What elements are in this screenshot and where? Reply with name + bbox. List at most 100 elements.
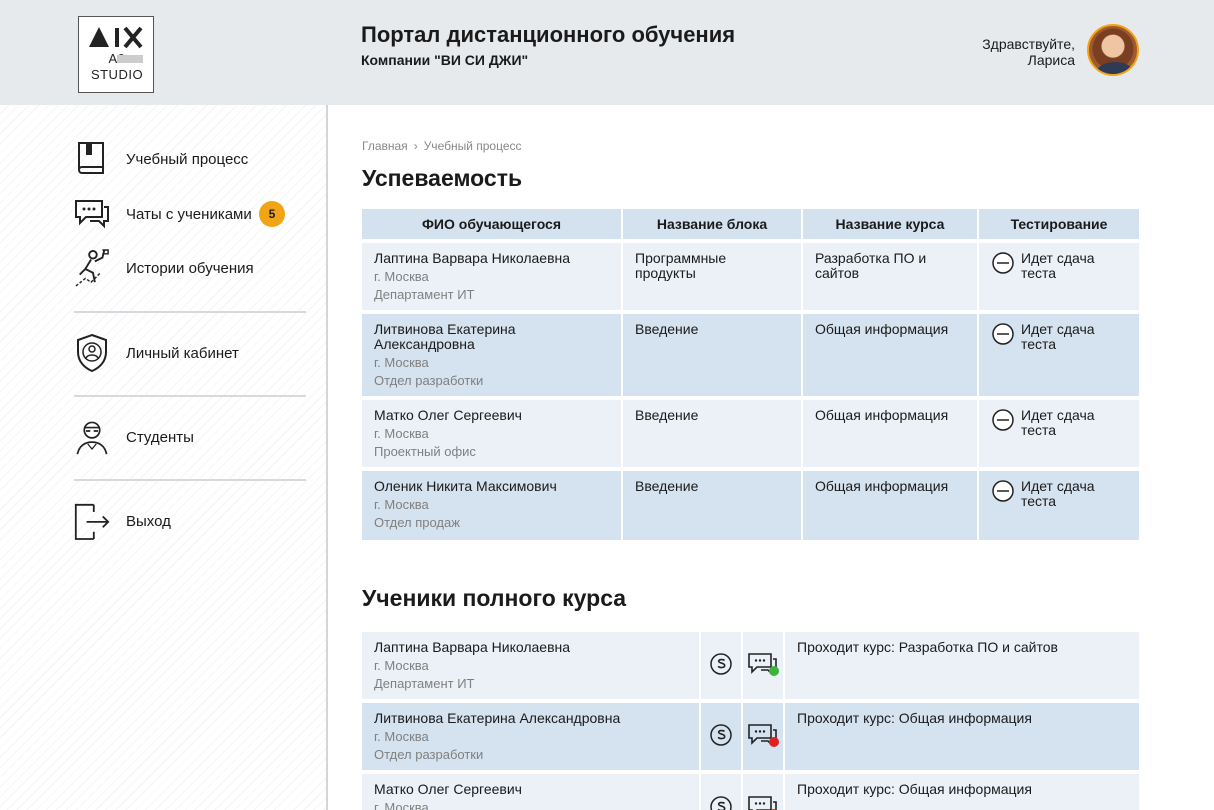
student-cell: Лаптина Варвара Николаевна г. Москва Деп…: [362, 239, 623, 312]
offline-status-dot: [769, 737, 779, 747]
avatar-shirt: [1097, 62, 1133, 74]
student-dept: Отдел продаж: [374, 515, 460, 530]
student-city: г. Москва: [374, 497, 429, 512]
skype-button[interactable]: [700, 628, 743, 701]
chat-button[interactable]: [742, 628, 785, 701]
skype-icon: [710, 724, 732, 746]
table-row[interactable]: Литвинова Екатерина Александровна г. Мос…: [362, 310, 1139, 398]
sidebar-item-label: Студенты: [126, 428, 194, 446]
student-city: г. Москва: [374, 269, 429, 284]
logo-line-2: STUDIO: [90, 67, 144, 82]
skype-button[interactable]: [700, 699, 743, 772]
sidebar-item-label: Личный кабинет: [126, 344, 239, 362]
student-name[interactable]: Лаптина Варвара Николаевна: [374, 640, 687, 655]
student-city: г. Москва: [374, 426, 429, 441]
student-dept: Отдел разработки: [374, 747, 484, 762]
test-in-progress-icon: [992, 252, 1014, 274]
test-cell: Идет сдача теста: [978, 467, 1139, 540]
a9-studio-logo[interactable]: A9 STUDIO: [78, 16, 154, 93]
test-in-progress-icon: [992, 409, 1014, 431]
student-dept: Департамент ИТ: [374, 676, 475, 691]
table-row[interactable]: Лаптина Варвара Николаевна г. Москва Деп…: [362, 239, 1139, 312]
student-name[interactable]: Лаптина Варвара Николаевна: [374, 251, 609, 266]
breadcrumb-home-link[interactable]: Главная: [362, 139, 408, 153]
book-icon: [74, 139, 110, 179]
test-status: Идет сдача теста: [1021, 407, 1095, 438]
column-header[interactable]: Тестирование: [978, 209, 1139, 241]
column-header[interactable]: Название блока: [622, 209, 803, 241]
sidebar: Учебный процесс Чаты с учениками 5 Истор…: [0, 105, 328, 810]
logo-bar: [117, 55, 143, 63]
sidebar-item-chats[interactable]: Чаты с учениками 5: [74, 192, 314, 236]
student-cell: Лаптина Варвара Николаевна г. Москва Деп…: [362, 628, 701, 701]
chat-bubbles-icon: [74, 194, 110, 234]
sidebar-item-learning-process[interactable]: Учебный процесс: [74, 137, 314, 181]
exit-icon: [74, 501, 110, 541]
column-header[interactable]: Название курса: [802, 209, 979, 241]
table-row[interactable]: Оленик Никита Максимович г. Москва Отдел…: [362, 467, 1139, 540]
test-status: Идет сдача теста: [1021, 250, 1095, 281]
column-header[interactable]: ФИО обучающегося: [362, 209, 623, 241]
student-dept: Отдел разработки: [374, 373, 484, 388]
students-table: Лаптина Варвара Николаевна г. Москва Деп…: [362, 628, 1139, 810]
course-cell: Разработка ПО и сайтов: [802, 239, 979, 312]
student-cell: Литвинова Екатерина Александровна г. Мос…: [362, 310, 623, 398]
student-city: г. Москва: [374, 729, 429, 744]
test-cell: Идет сдача теста: [978, 239, 1139, 312]
student-dept: Департамент ИТ: [374, 287, 475, 302]
student-name[interactable]: Литвинова Екатерина Александровна: [374, 711, 687, 726]
course-cell: Общая информация: [802, 310, 979, 398]
sidebar-item-students[interactable]: Студенты: [74, 415, 314, 459]
student-city: г. Москва: [374, 355, 429, 370]
table-row[interactable]: Матко Олег Сергеевич г. Москва Проходит …: [362, 770, 1139, 810]
table-row[interactable]: Матко Олег Сергеевич г. Москва Проектный…: [362, 396, 1139, 469]
sidebar-item-personal-account[interactable]: Личный кабинет: [74, 331, 314, 375]
grades-title: Успеваемость: [362, 165, 523, 191]
sidebar-item-label: Истории обучения: [126, 259, 254, 277]
student-name[interactable]: Матко Олег Сергеевич: [374, 782, 687, 797]
block-cell: Программные продукты: [622, 239, 803, 312]
chat-icon: [748, 724, 779, 747]
student-city: г. Москва: [374, 658, 429, 673]
test-status: Идет сдача теста: [1021, 478, 1095, 509]
student-cell: Матко Олег Сергеевич г. Москва: [362, 770, 701, 810]
chevron-right-icon: ›: [413, 139, 418, 153]
student-cell: Матко Олег Сергеевич г. Москва Проектный…: [362, 396, 623, 469]
chat-icon: [748, 653, 779, 676]
user-name: Лариса: [1027, 52, 1075, 68]
sidebar-item-learning-stories[interactable]: Истории обучения: [74, 246, 314, 290]
block-cell: Введение: [622, 467, 803, 540]
sidebar-item-label: Чаты с учениками: [126, 205, 252, 223]
student-name[interactable]: Оленик Никита Максимович: [374, 479, 609, 494]
online-status-dot: [769, 666, 779, 676]
sidebar-item-label: Выход: [126, 512, 171, 530]
skype-button[interactable]: [700, 770, 743, 810]
course-status-cell: Проходит курс: Общая информация: [784, 770, 1139, 810]
table-row[interactable]: Лаптина Варвара Николаевна г. Москва Деп…: [362, 628, 1139, 701]
student-icon: [74, 417, 110, 457]
chat-icon: [748, 796, 777, 810]
sidebar-item-logout[interactable]: Выход: [74, 499, 314, 543]
block-cell: Введение: [622, 310, 803, 398]
climbing-person-icon: [74, 248, 110, 288]
student-name[interactable]: Матко Олег Сергеевич: [374, 408, 609, 423]
student-dept: Проектный офис: [374, 444, 476, 459]
greeting-text: Здравствуйте,: [982, 36, 1075, 52]
test-status: Идет сдача теста: [1021, 321, 1095, 352]
user-avatar[interactable]: [1087, 24, 1139, 76]
logo-mark-icon: [89, 26, 143, 49]
sidebar-divider: [74, 311, 306, 313]
breadcrumb: Главная › Учебный процесс: [362, 139, 522, 153]
chat-button[interactable]: [742, 699, 785, 772]
test-in-progress-icon: [992, 323, 1014, 345]
table-row[interactable]: Литвинова Екатерина Александровна г. Мос…: [362, 699, 1139, 772]
table-header-row: ФИО обучающегося Название блока Название…: [362, 209, 1139, 241]
skype-icon: [710, 796, 732, 810]
shield-user-icon: [74, 333, 110, 373]
unread-count-badge: 5: [259, 201, 285, 227]
chat-button[interactable]: [742, 770, 785, 810]
student-name[interactable]: Литвинова Екатерина Александровна: [374, 322, 609, 352]
app-header: A9 STUDIO Портал дистанционного обучения…: [0, 0, 1214, 105]
grades-table: ФИО обучающегося Название блока Название…: [362, 209, 1139, 540]
course-status-cell: Проходит курс: Разработка ПО и сайтов: [784, 628, 1139, 701]
